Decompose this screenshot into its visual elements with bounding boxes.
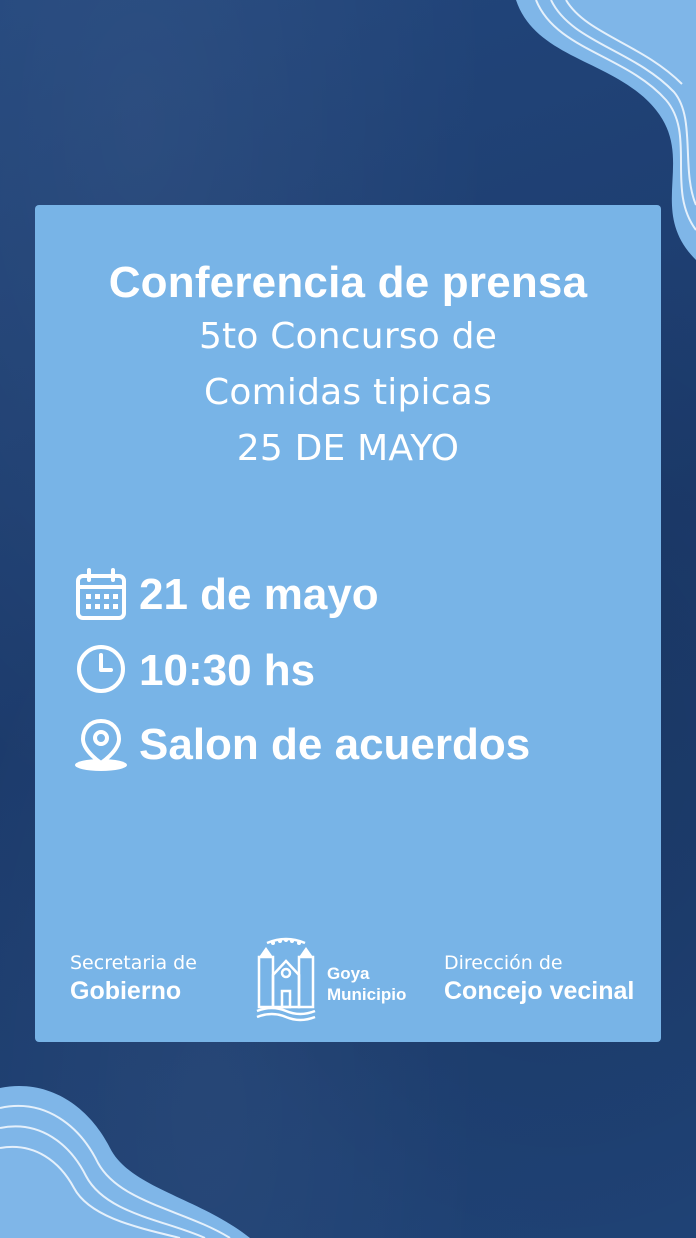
calendar-icon bbox=[76, 568, 126, 620]
event-subtitle-line-1: 5to Concurso de bbox=[198, 316, 498, 357]
event-subtitle-line-3: 25 DE MAYO bbox=[236, 428, 460, 469]
wave-decoration-bottom bbox=[0, 1086, 250, 1238]
direccion-line-1: Dirección de bbox=[444, 952, 563, 974]
place-row: Salon de acuerdos bbox=[73, 717, 530, 773]
location-pin-icon bbox=[75, 718, 127, 771]
logo-text: Goya Municipio bbox=[327, 963, 406, 1005]
secretaria-line-1: Secretaria de bbox=[70, 952, 197, 974]
direccion-logo: Dirección de Concejo vecinal bbox=[444, 950, 634, 1006]
info-card: Conferencia de prensa 5to Concurso de Co… bbox=[35, 205, 661, 1042]
event-time: 10:30 hs bbox=[139, 646, 316, 695]
logo-line-1: Goya bbox=[327, 964, 370, 983]
direccion-line-2: Concejo vecinal bbox=[444, 977, 635, 1005]
event-place: Salon de acuerdos bbox=[139, 720, 531, 769]
secretaria-line-2: Gobierno bbox=[70, 977, 182, 1005]
event-subtitle-line-2: Comidas tipicas bbox=[204, 372, 492, 413]
clock-icon bbox=[77, 645, 125, 693]
event-title: Conferencia de prensa bbox=[108, 258, 588, 307]
headline: Conferencia de prensa 5to Concurso de Co… bbox=[35, 257, 661, 477]
goya-municipio-logo: Goya Municipio bbox=[253, 935, 423, 1025]
church-emblem-icon bbox=[256, 937, 316, 1022]
date-row: 21 de mayo bbox=[73, 567, 379, 623]
secretaria-logo: Secretaria de Gobierno bbox=[70, 950, 197, 1006]
logo-line-2: Municipio bbox=[327, 985, 407, 1004]
footer-logos: Secretaria de Gobierno Goya Municipio Di… bbox=[35, 935, 661, 1025]
time-row: 10:30 hs bbox=[73, 643, 315, 699]
event-date: 21 de mayo bbox=[139, 570, 379, 619]
